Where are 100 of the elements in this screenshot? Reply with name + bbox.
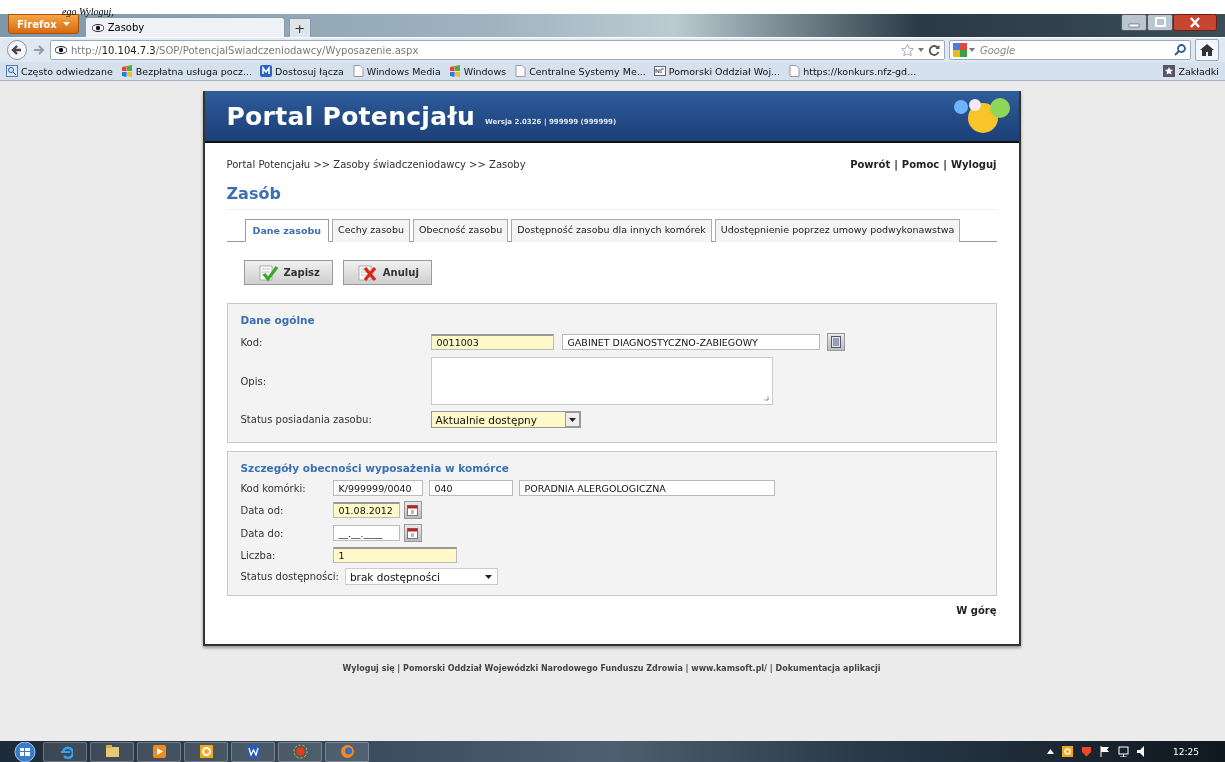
taskbar-button[interactable] (43, 741, 87, 762)
number-field[interactable]: 1 (332, 547, 457, 563)
footer-links: Wyloguj się | Pomorski Oddział Wojewódzki Narodowego Funduszu Zdrowia | www.kamsoft.pl/ | Dokumentacja aplikacji (342, 664, 881, 673)
section-title: Dane ogólne (240, 314, 316, 326)
bookmark[interactable]: Windows Media (351, 65, 441, 77)
fox-globe-icon (339, 744, 355, 759)
tab[interactable]: Dostępność zasobu dla innych komórek (511, 219, 712, 242)
dropdown-arrow-icon (484, 574, 492, 579)
media-player-icon (151, 744, 167, 759)
name-field[interactable]: GABINET DIAGNOSTYCZNO-ZABIEGOWY (561, 334, 820, 350)
back-icon[interactable] (6, 40, 28, 60)
list-button[interactable] (826, 333, 845, 351)
cell-code-field[interactable]: K/999999/0040 (332, 480, 423, 496)
speaker-icon[interactable] (1137, 746, 1146, 757)
date-field[interactable]: __.__.____ (332, 525, 400, 541)
bookmark[interactable]: https://konkurs.nfz-gd... (788, 65, 917, 77)
sun-app-icon (292, 744, 308, 759)
cell-name-field[interactable]: PORADNIA ALERGOLOGICZNA (518, 480, 775, 496)
code-field[interactable]: 0011003 (430, 334, 554, 350)
bookmark[interactable]: Pomorski Oddział Woj... (653, 65, 781, 77)
tray-app-icon[interactable] (1062, 746, 1074, 757)
resize-grip-icon (762, 395, 769, 401)
bookmark[interactable]: Dostosuj łącza (259, 65, 344, 77)
url-text: http://10.104.7.3/SOP/PotencjalSwiadczeniodawcy/Wyposazenie.aspx (71, 44, 419, 56)
search-field[interactable]: Google (949, 40, 1191, 60)
flag-icon[interactable] (1100, 746, 1111, 757)
home-icon (1200, 44, 1214, 56)
minimize-icon[interactable] (1121, 14, 1147, 31)
word-icon (245, 744, 261, 759)
header-link[interactable]: Pomoc (901, 159, 940, 170)
portal-title: Portal Potencjału (226, 101, 476, 131)
taskbar-button[interactable] (137, 741, 181, 762)
letter-tile-icon (259, 65, 272, 77)
section-title: Szczegóły obecności wyposażenia w komórce (240, 462, 510, 474)
address-field[interactable]: http://10.104.7.3/SOP/PotencjalSwiadczeniodawcy/Wyposazenie.aspx (50, 40, 945, 60)
bookmark[interactable]: Windows (448, 65, 507, 77)
field-label: Kod: (240, 336, 264, 348)
calendar-icon (407, 504, 418, 516)
availability-select[interactable]: brak dostępności (344, 568, 498, 585)
page-icon (788, 65, 801, 77)
bookmark[interactable]: Często odwiedzane (6, 65, 113, 77)
bubbles-logo-icon (952, 98, 1011, 134)
google-icon (953, 43, 967, 57)
status-select[interactable]: Aktualnie dostępny (430, 411, 581, 428)
caret-icon (969, 48, 975, 52)
breadcrumb: Portal Potencjału >> Zasoby świadczeniodawcy >> Zasoby (226, 159, 526, 170)
up-arrow-icon[interactable] (1047, 749, 1055, 754)
link-separator: | (943, 159, 947, 170)
mail-app-icon (198, 744, 214, 759)
search-icon (1174, 44, 1186, 56)
home-button[interactable] (1195, 39, 1219, 61)
calendar-button[interactable] (403, 524, 422, 542)
new-tab-button[interactable]: + (288, 18, 311, 37)
header-link[interactable]: Powrót (850, 159, 891, 170)
check-icon (258, 263, 279, 282)
page-icon (514, 65, 527, 77)
star-icon (1163, 65, 1176, 77)
eye-icon (91, 23, 104, 32)
tab[interactable]: Dane zasobu (244, 219, 329, 242)
star-icon[interactable] (901, 44, 914, 56)
field-label: Liczba: (240, 549, 277, 561)
field-label: Opis: (240, 375, 268, 387)
cell-number-field[interactable]: 040 (428, 480, 513, 496)
browser-tab[interactable]: Zasoby (84, 17, 285, 37)
tab[interactable]: Cechy zasobu (332, 219, 410, 242)
taskbar-button[interactable] (90, 741, 134, 762)
maximize-icon[interactable] (1147, 14, 1173, 31)
reload-icon[interactable] (928, 44, 940, 56)
date-field[interactable]: 01.08.2012 (332, 502, 400, 518)
link-separator: | (894, 159, 898, 170)
shield-icon[interactable] (1081, 746, 1093, 757)
eye-icon (55, 46, 67, 54)
taskbar-button[interactable] (231, 741, 275, 762)
tab[interactable]: Udostępnienie poprzez umowy podwykonawstwa (714, 219, 961, 242)
caret-icon (62, 22, 70, 26)
field-label: Data od: (240, 504, 285, 516)
field-label: Status posiadania zasobu: (240, 414, 373, 425)
calendar-button[interactable] (403, 501, 422, 519)
list-icon (830, 336, 841, 348)
header-link[interactable]: Wyloguj (950, 159, 997, 170)
cancel-button[interactable]: Anuluj (342, 260, 432, 285)
caret-icon[interactable] (918, 48, 924, 52)
tab[interactable]: Obecność zasobu (413, 219, 509, 242)
search-icon (6, 65, 18, 77)
save-button[interactable]: Zapisz (243, 260, 333, 285)
folder-icon (104, 744, 120, 759)
dropdown-arrow-icon (568, 417, 576, 422)
field-label: Data do: (240, 527, 285, 539)
windows-logo-icon (448, 65, 461, 77)
network-icon[interactable] (1118, 746, 1130, 757)
field-label: Kod komórki: (240, 482, 307, 494)
description-field[interactable] (430, 357, 773, 405)
windows-logo-icon (120, 65, 133, 77)
bookmarks-menu[interactable]: Zakładki (1163, 65, 1219, 77)
taskbar-button[interactable] (184, 741, 228, 762)
back-to-top-link[interactable]: W górę (956, 605, 997, 616)
bookmark[interactable]: Bezpłatna usługa pocz... (120, 65, 252, 77)
x-mark-icon (357, 263, 378, 282)
close-icon[interactable] (1173, 14, 1217, 31)
bookmark[interactable]: Centralne Systemy Me... (514, 65, 646, 77)
